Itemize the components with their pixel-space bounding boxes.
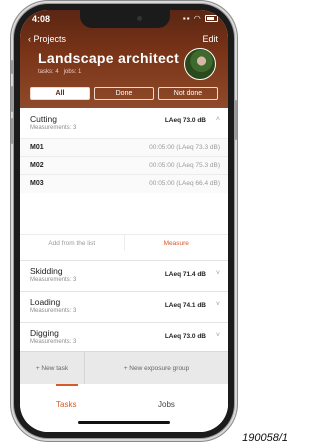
app-screen: 4:08 ▪▪ ◠ ‹ Projects Edit Landscape arch… bbox=[20, 10, 228, 432]
bottom-action-bar: + New task + New exposure group bbox=[20, 351, 228, 384]
group-actions: Add from the list Measure bbox=[20, 234, 228, 251]
page-title: Landscape architect bbox=[38, 50, 180, 66]
figure-label: 190058/1 bbox=[242, 432, 288, 444]
project-avatar[interactable] bbox=[184, 48, 216, 80]
measurement-count: Measurements: 3 bbox=[30, 125, 77, 131]
jobs-count: jobs: 1 bbox=[63, 69, 82, 75]
filter-all[interactable]: All bbox=[30, 87, 90, 100]
wifi-icon: ◠ bbox=[193, 14, 202, 23]
task-name: Skidding bbox=[30, 266, 63, 276]
task-level: LAeq 73.0 dB bbox=[164, 333, 206, 340]
new-task-button[interactable]: + New task bbox=[20, 352, 85, 384]
task-level: LAeq 73.0 dB bbox=[164, 117, 206, 124]
camera-icon bbox=[137, 16, 142, 21]
chevron-up-icon[interactable]: ˄ bbox=[216, 116, 220, 123]
measurement-value: 00:05:00 (LAeq 73.3 dB) bbox=[149, 144, 220, 151]
tab-tasks[interactable]: Tasks bbox=[56, 400, 76, 409]
task-group-loading[interactable]: Loading Measurements: 3 LAeq 74.1 dB ˅ bbox=[20, 292, 228, 323]
chevron-down-icon[interactable]: ˅ bbox=[216, 301, 220, 308]
volume-down-button bbox=[11, 118, 14, 144]
status-time: 4:08 bbox=[32, 14, 51, 24]
task-name: Digging bbox=[30, 328, 59, 338]
battery-icon bbox=[205, 15, 218, 22]
filter-not-done[interactable]: Not done bbox=[158, 87, 218, 100]
home-indicator bbox=[78, 421, 170, 424]
phone-frame: 4:08 ▪▪ ◠ ‹ Projects Edit Landscape arch… bbox=[14, 4, 234, 438]
power-button bbox=[234, 100, 237, 140]
measurement-count: Measurements: 3 bbox=[30, 339, 77, 345]
edit-button[interactable]: Edit bbox=[202, 34, 218, 44]
chevron-down-icon[interactable]: ˅ bbox=[216, 332, 220, 339]
volume-up-button bbox=[11, 86, 14, 112]
new-exposure-group-button[interactable]: + New exposure group bbox=[85, 352, 228, 384]
filter-done[interactable]: Done bbox=[94, 87, 154, 100]
task-group-digging[interactable]: Digging Measurements: 3 LAeq 73.0 dB ˅ bbox=[20, 323, 228, 354]
project-header: 4:08 ▪▪ ◠ ‹ Projects Edit Landscape arch… bbox=[20, 10, 228, 108]
task-list: Cutting Measurements: 3 LAeq 73.0 dB ˄ M… bbox=[20, 108, 228, 384]
measurement-count: Measurements: 3 bbox=[30, 277, 77, 283]
tasks-count: tasks: 4 bbox=[38, 69, 59, 75]
measurement-row[interactable]: M01 00:05:00 (LAeq 73.3 dB) bbox=[20, 138, 228, 157]
measurement-count: Measurements: 3 bbox=[30, 308, 77, 314]
project-meta: tasks: 4 jobs: 1 bbox=[38, 69, 81, 75]
task-level: LAeq 74.1 dB bbox=[164, 302, 206, 309]
task-name: Cutting bbox=[30, 114, 57, 124]
status-icons: ▪▪ ◠ bbox=[183, 14, 218, 23]
measurement-value: 00:05:00 (LAeq 66.4 dB) bbox=[149, 180, 220, 187]
signal-icon: ▪▪ bbox=[182, 14, 191, 23]
tab-bar: Tasks Jobs bbox=[20, 384, 228, 432]
active-tab-indicator bbox=[56, 384, 78, 386]
measurement-row[interactable]: M03 00:05:00 (LAeq 66.4 dB) bbox=[20, 174, 228, 193]
notch bbox=[80, 10, 170, 28]
filter-segmented-control: All Done Not done bbox=[30, 87, 218, 100]
measurement-id: M02 bbox=[30, 162, 44, 169]
task-level: LAeq 71.4 dB bbox=[164, 271, 206, 278]
measurement-id: M03 bbox=[30, 180, 44, 187]
measure-button[interactable]: Measure bbox=[125, 235, 229, 251]
measurement-row[interactable]: M02 00:05:00 (LAeq 75.3 dB) bbox=[20, 156, 228, 175]
chevron-down-icon[interactable]: ˅ bbox=[216, 270, 220, 277]
task-name: Loading bbox=[30, 297, 61, 307]
chevron-left-icon: ‹ bbox=[28, 34, 31, 44]
measurement-id: M01 bbox=[30, 144, 44, 151]
mute-switch bbox=[11, 60, 14, 74]
task-group-skidding[interactable]: Skidding Measurements: 3 LAeq 71.4 dB ˅ bbox=[20, 261, 228, 292]
add-from-list-button[interactable]: Add from the list bbox=[20, 235, 125, 251]
back-button[interactable]: ‹ Projects bbox=[28, 34, 66, 44]
measurement-value: 00:05:00 (LAeq 75.3 dB) bbox=[149, 162, 220, 169]
task-group-cutting[interactable]: Cutting Measurements: 3 LAeq 73.0 dB ˄ M… bbox=[20, 108, 228, 261]
tab-jobs[interactable]: Jobs bbox=[158, 400, 175, 409]
back-label: Projects bbox=[33, 34, 67, 44]
